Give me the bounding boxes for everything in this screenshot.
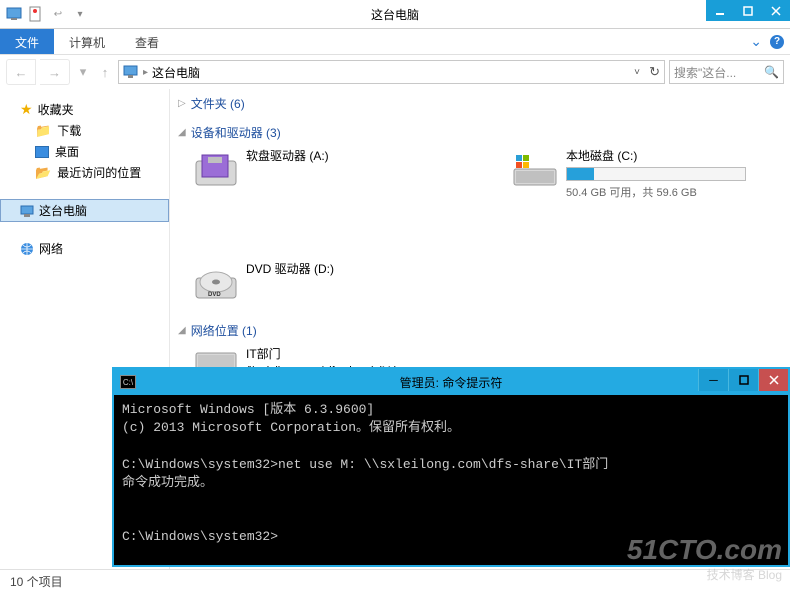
sidebar-label: 收藏夹: [38, 101, 74, 118]
caret-right-icon: ▷: [178, 98, 186, 109]
address-dropdown-icon[interactable]: ˅: [634, 67, 640, 78]
ribbon-expand-icon[interactable]: ⌄: [750, 33, 762, 50]
tab-view[interactable]: 查看: [120, 29, 174, 54]
refresh-icon[interactable]: ↻: [649, 64, 660, 80]
dropdown-icon[interactable]: ▾: [72, 6, 88, 22]
drive-dvd[interactable]: DVD DVD 驱动器 (D:): [192, 260, 452, 308]
nav-back-button[interactable]: ←: [6, 59, 36, 85]
sidebar-label: 桌面: [55, 143, 79, 160]
breadcrumb-arrow-icon: ▸: [143, 67, 148, 78]
address-location: 这台电脑: [152, 64, 200, 81]
cmd-close-button[interactable]: [758, 369, 788, 391]
drive-usage-bar: [566, 167, 746, 181]
nav-forward-button[interactable]: →: [40, 59, 70, 85]
star-icon: ★: [20, 101, 33, 118]
caret-down-icon: ◢: [178, 325, 186, 336]
window-title: 这台电脑: [371, 6, 419, 23]
section-network-locations[interactable]: ◢ 网络位置 (1): [178, 316, 782, 345]
section-label: 设备和驱动器 (3): [191, 124, 281, 141]
cmd-icon: C:\: [120, 375, 136, 389]
sidebar-label: 下载: [57, 122, 81, 139]
address-bar: ← → ▾ ↑ ▸ 这台电脑 ˅ ↻ 搜索"这台... 🔍: [0, 55, 790, 89]
tab-computer[interactable]: 计算机: [54, 29, 120, 54]
nav-history-dropdown[interactable]: ▾: [74, 59, 92, 85]
drive-c[interactable]: 本地磁盘 (C:) 50.4 GB 可用，共 59.6 GB: [512, 147, 772, 200]
sidebar-favorites[interactable]: ★ 收藏夹: [0, 99, 169, 120]
cmd-minimize-button[interactable]: ─: [698, 369, 728, 391]
sidebar-label: 最近访问的位置: [57, 164, 141, 181]
ribbon-tabs: 文件 计算机 查看 ⌄ ?: [0, 29, 790, 55]
tab-file[interactable]: 文件: [0, 29, 54, 54]
sidebar-label: 网络: [39, 240, 63, 257]
ribbon-right: ⌄ ?: [750, 33, 784, 50]
computer-icon[interactable]: [6, 6, 22, 22]
status-bar: 10 个项目: [0, 569, 790, 593]
window-controls: [706, 0, 790, 21]
minimize-button[interactable]: [706, 0, 734, 21]
svg-text:DVD: DVD: [208, 292, 221, 298]
drive-floppy[interactable]: 软盘驱动器 (A:): [192, 147, 452, 200]
drive-name: 本地磁盘 (C:): [566, 147, 746, 164]
cmd-title-text: 管理员: 命令提示符: [400, 374, 503, 391]
computer-icon: [20, 204, 34, 218]
computer-icon: [123, 64, 139, 80]
network-group: 网络: [0, 238, 169, 259]
drive-name: IT部门: [246, 345, 426, 362]
drive-name: 软盘驱动器 (A:): [246, 147, 329, 164]
desktop-icon: [35, 146, 49, 158]
hdd-icon: [512, 147, 560, 195]
sidebar-item-desktop[interactable]: 桌面: [0, 141, 169, 162]
cmd-window-controls: ─: [698, 369, 788, 391]
search-placeholder: 搜索"这台...: [674, 64, 736, 81]
drive-usage-text: 50.4 GB 可用，共 59.6 GB: [566, 184, 746, 200]
this-pc-group: 这台电脑: [0, 199, 169, 222]
recent-icon: 📂: [35, 165, 51, 181]
network-icon: [20, 242, 34, 256]
undo-icon[interactable]: ↩: [50, 6, 66, 22]
quick-access-toolbar: ↩ ▾: [0, 6, 88, 22]
section-label: 文件夹 (6): [191, 95, 245, 112]
search-icon: 🔍: [764, 65, 779, 79]
properties-icon[interactable]: [28, 6, 44, 22]
dvd-drive-icon: DVD: [192, 260, 240, 308]
status-text: 10 个项目: [10, 573, 63, 590]
caret-down-icon: ◢: [178, 127, 186, 138]
favorites-group: ★ 收藏夹 📁 下载 桌面 📂 最近访问的位置: [0, 99, 169, 183]
search-input[interactable]: 搜索"这台... 🔍: [669, 60, 784, 84]
cmd-window: C:\ 管理员: 命令提示符 ─ Microsoft Windows [版本 6…: [112, 367, 790, 567]
sidebar-this-pc[interactable]: 这台电脑: [0, 199, 169, 222]
nav-up-button[interactable]: ↑: [96, 59, 114, 85]
sidebar-network[interactable]: 网络: [0, 238, 169, 259]
sidebar-item-downloads[interactable]: 📁 下载: [0, 120, 169, 141]
devices-list: 软盘驱动器 (A:) 本地磁盘 (C:) 50.4 GB 可用，共 59.6 G…: [178, 147, 782, 308]
help-icon[interactable]: ?: [770, 35, 784, 49]
sidebar-item-recent[interactable]: 📂 最近访问的位置: [0, 162, 169, 183]
close-button[interactable]: [762, 0, 790, 21]
drive-name: DVD 驱动器 (D:): [246, 260, 334, 277]
floppy-drive-icon: [192, 147, 240, 195]
cmd-title-bar[interactable]: C:\ 管理员: 命令提示符 ─: [114, 369, 788, 395]
cmd-output[interactable]: Microsoft Windows [版本 6.3.9600] (c) 2013…: [114, 395, 788, 553]
section-label: 网络位置 (1): [191, 322, 257, 339]
section-folders[interactable]: ▷ 文件夹 (6): [178, 89, 782, 118]
sidebar-label: 这台电脑: [39, 202, 87, 219]
maximize-button[interactable]: [734, 0, 762, 21]
cmd-maximize-button[interactable]: [728, 369, 758, 391]
address-field[interactable]: ▸ 这台电脑 ˅ ↻: [118, 60, 665, 84]
section-devices[interactable]: ◢ 设备和驱动器 (3): [178, 118, 782, 147]
download-folder-icon: 📁: [35, 123, 51, 139]
title-bar: ↩ ▾ 这台电脑: [0, 0, 790, 29]
